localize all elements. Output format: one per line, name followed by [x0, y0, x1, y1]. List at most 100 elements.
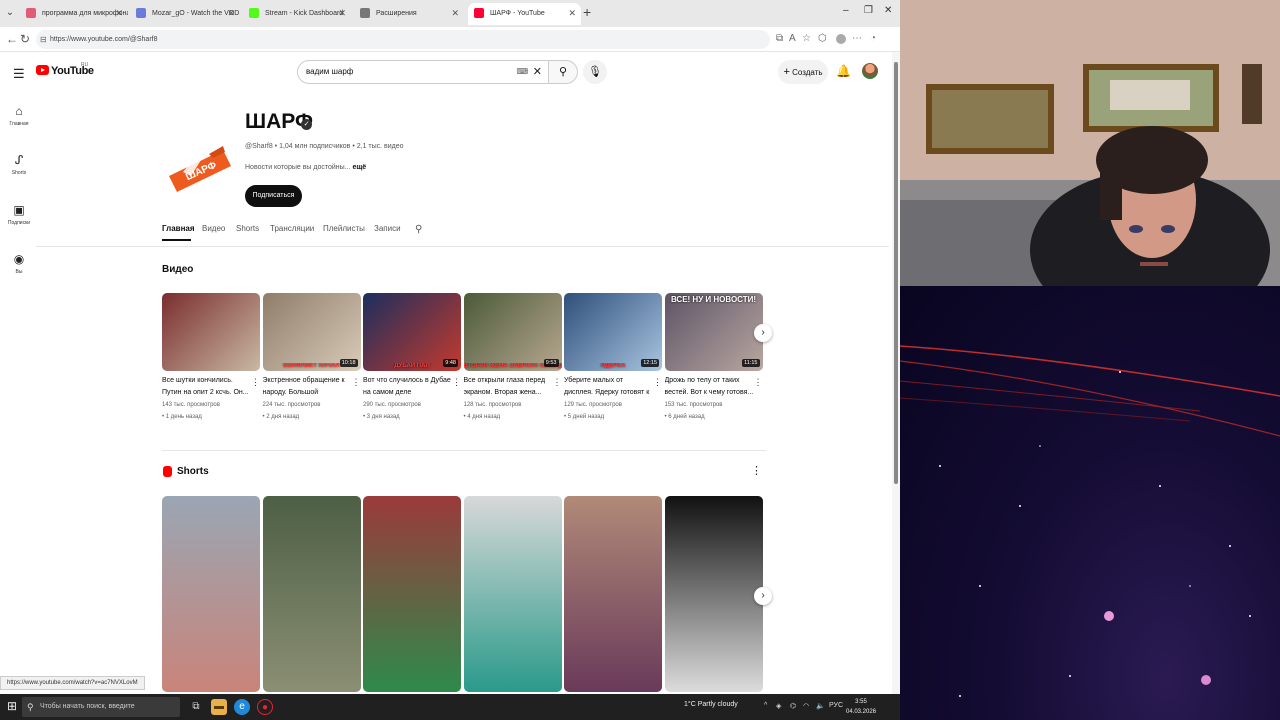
profile-icon[interactable]: [836, 34, 846, 44]
minimize-button[interactable]: –: [843, 5, 849, 16]
short-card[interactable]: [664, 496, 763, 692]
keyboard-icon[interactable]: ⌨: [516, 61, 528, 83]
browser-tab[interactable]: ШАРФ - YouTube ✕: [468, 3, 581, 25]
system-clock[interactable]: 3:55 04.03.2026: [846, 697, 876, 717]
account-avatar[interactable]: [862, 63, 878, 79]
subscribe-button[interactable]: Подписаться: [245, 185, 302, 207]
reload-button[interactable]: ↻: [20, 32, 30, 46]
edge-browser-icon[interactable]: e: [234, 699, 250, 715]
new-tab-button[interactable]: +: [583, 4, 591, 20]
create-button[interactable]: + Создать: [778, 60, 828, 84]
site-info-icon[interactable]: ⊟: [40, 30, 47, 49]
close-window-button[interactable]: ✕: [884, 5, 892, 16]
obs-icon[interactable]: ●: [257, 699, 273, 715]
tab-close-icon[interactable]: ✕: [451, 3, 459, 24]
install-app-icon[interactable]: ⧉: [776, 33, 783, 44]
read-aloud-icon[interactable]: A: [789, 33, 796, 44]
voice-search-button[interactable]: 🎙: [583, 60, 607, 84]
video-card[interactable]: КОНФЛИКТ НАЧАЛ 10:18 Экстренное обращение …: [262, 293, 361, 423]
video-title[interactable]: Все шутки кончились. Путин на опит 2 ксч…: [162, 375, 260, 399]
video-title[interactable]: Все открыли глаза перед экраном. Вторая …: [464, 375, 562, 399]
video-card[interactable]: ВСЕ! НУ И НОВОСТИ! 11:15 Дрожь по телу от …: [664, 293, 763, 423]
maximize-button[interactable]: ❐: [864, 5, 873, 16]
video-title[interactable]: Экстренное обращение к народу. Большой к…: [263, 375, 361, 399]
channel-search-icon[interactable]: ⚲: [415, 224, 422, 235]
browser-tab[interactable]: Расширения ✕: [354, 3, 464, 25]
videos-next-arrow-icon[interactable]: ›: [754, 324, 772, 342]
tab-home[interactable]: Главная: [162, 224, 195, 233]
tab-playlists[interactable]: Плейлисты: [323, 224, 365, 233]
clear-search-icon[interactable]: ✕: [533, 61, 542, 83]
video-thumbnail[interactable]: ВТОРАЯ ЖЕНА ЗАБРАЛА СЕБЕ ДЕ 9:53: [463, 293, 562, 371]
video-more-icon[interactable]: ⋮: [352, 377, 361, 388]
search-button[interactable]: ⚲: [549, 60, 578, 84]
video-title[interactable]: Вот что случилось в Дубае на самом деле: [363, 375, 461, 399]
video-thumbnail[interactable]: [162, 293, 260, 371]
video-thumbnail[interactable]: ДУБАЙ ПАЛ 9:48: [363, 293, 461, 371]
menu-icon[interactable]: ☰: [13, 66, 25, 82]
favorite-star-icon[interactable]: ☆: [802, 33, 811, 44]
video-more-icon[interactable]: ⋮: [452, 377, 461, 388]
video-card[interactable]: ВТОРАЯ ЖЕНА ЗАБРАЛА СЕБЕ ДЕ 9:53 Все откры…: [463, 293, 562, 423]
tab-videos[interactable]: Видео: [202, 224, 225, 233]
extensions-icon[interactable]: ⬡: [818, 33, 827, 44]
notifications-bell-icon[interactable]: 🔔: [836, 64, 851, 78]
search-input[interactable]: вадим шарф ⌨ ✕: [297, 60, 549, 84]
short-card[interactable]: [463, 496, 562, 692]
youtube-logo-icon[interactable]: [36, 65, 49, 75]
short-card[interactable]: [162, 496, 260, 692]
tab-list-chevron-icon[interactable]: ⌄: [2, 5, 18, 21]
video-more-icon[interactable]: ⋮: [653, 377, 662, 388]
videos-section-title[interactable]: Видео: [162, 264, 193, 275]
video-thumbnail[interactable]: ЯДЕРКА 12:15: [564, 293, 662, 371]
tray-overflow-icon[interactable]: ^: [764, 702, 767, 709]
video-more-icon[interactable]: ⋮: [754, 377, 763, 388]
tab-close-icon[interactable]: ✕: [115, 3, 123, 24]
video-thumbnail[interactable]: КОНФЛИКТ НАЧАЛ 10:18: [262, 293, 361, 371]
video-title[interactable]: Уберите малых от дисплея. Ядерку готовят…: [564, 375, 662, 399]
taskbar-search-input[interactable]: ⚲ Чтобы начать поиск, введите: [22, 697, 180, 717]
video-card[interactable]: Все шутки кончились. Путин на опит 2 ксч…: [162, 293, 260, 423]
address-bar[interactable]: ⊟ https://www.youtube.com/@Sharf8: [36, 30, 770, 49]
browser-tab[interactable]: программа для микрофона фиф✕: [20, 3, 128, 25]
tab-live[interactable]: Трансляции: [270, 224, 314, 233]
more-menu-icon[interactable]: ⋯: [852, 33, 862, 44]
video-more-icon[interactable]: ⋮: [553, 377, 562, 388]
short-card[interactable]: [564, 496, 662, 692]
video-title[interactable]: Дрожь по телу от таких вестей. Вот к чем…: [665, 375, 763, 399]
tray-app-icon[interactable]: ◈: [776, 702, 781, 710]
video-card[interactable]: ЯДЕРКА 12:15 Уберите малых от дисплея. Яде…: [564, 293, 662, 423]
copilot-icon[interactable]: ◔: [870, 33, 876, 44]
video-more-icon[interactable]: ⋮: [251, 377, 260, 388]
video-card[interactable]: ДУБАЙ ПАЛ 9:48 Вот что случилось в Дубае н…: [363, 293, 461, 423]
description-more-link[interactable]: ещё: [353, 164, 367, 171]
channel-description[interactable]: Новости которые вы достойны... ещё: [245, 164, 366, 171]
shorts-section-title[interactable]: Shorts: [177, 466, 209, 477]
tab-close-icon[interactable]: ✕: [227, 3, 235, 24]
sidebar-item-you[interactable]: ◉ Вы: [0, 252, 38, 275]
browser-tab[interactable]: Stream - Kick Dashboard ✕: [243, 3, 351, 25]
weather-widget[interactable]: 1°C Partly cloudy: [684, 701, 738, 708]
tab-close-icon[interactable]: ✕: [568, 3, 576, 24]
tab-posts[interactable]: Записи: [374, 224, 401, 233]
tab-close-icon[interactable]: ✕: [338, 3, 346, 24]
task-view-icon[interactable]: ⧉: [188, 699, 204, 715]
page-scrollbar[interactable]: [892, 52, 900, 694]
tray-volume-icon[interactable]: 🔈: [816, 702, 825, 710]
sidebar-item-shorts[interactable]: ᔑ Shorts: [0, 153, 38, 176]
shorts-more-icon[interactable]: ⋮: [751, 464, 762, 477]
file-explorer-icon[interactable]: ▬: [211, 699, 227, 715]
back-button[interactable]: ←: [6, 32, 18, 46]
sidebar-item-subscriptions[interactable]: ▣ Подписки: [0, 203, 38, 226]
video-thumbnail[interactable]: ВСЕ! НУ И НОВОСТИ! 11:15: [664, 293, 763, 371]
shorts-next-arrow-icon[interactable]: ›: [754, 587, 772, 605]
short-card[interactable]: [363, 496, 461, 692]
short-card[interactable]: [262, 496, 361, 692]
channel-avatar[interactable]: ШАРФ: [165, 136, 237, 198]
browser-tab[interactable]: Mozar_gO - Watch the VOD on Kic✕: [130, 3, 240, 25]
sidebar-item-home[interactable]: ⌂ Главная: [0, 104, 38, 127]
start-button-icon[interactable]: ⊞: [7, 699, 17, 713]
input-language[interactable]: РУС: [829, 702, 843, 709]
scrollbar-thumb[interactable]: [894, 62, 898, 484]
tab-shorts[interactable]: Shorts: [236, 224, 259, 233]
